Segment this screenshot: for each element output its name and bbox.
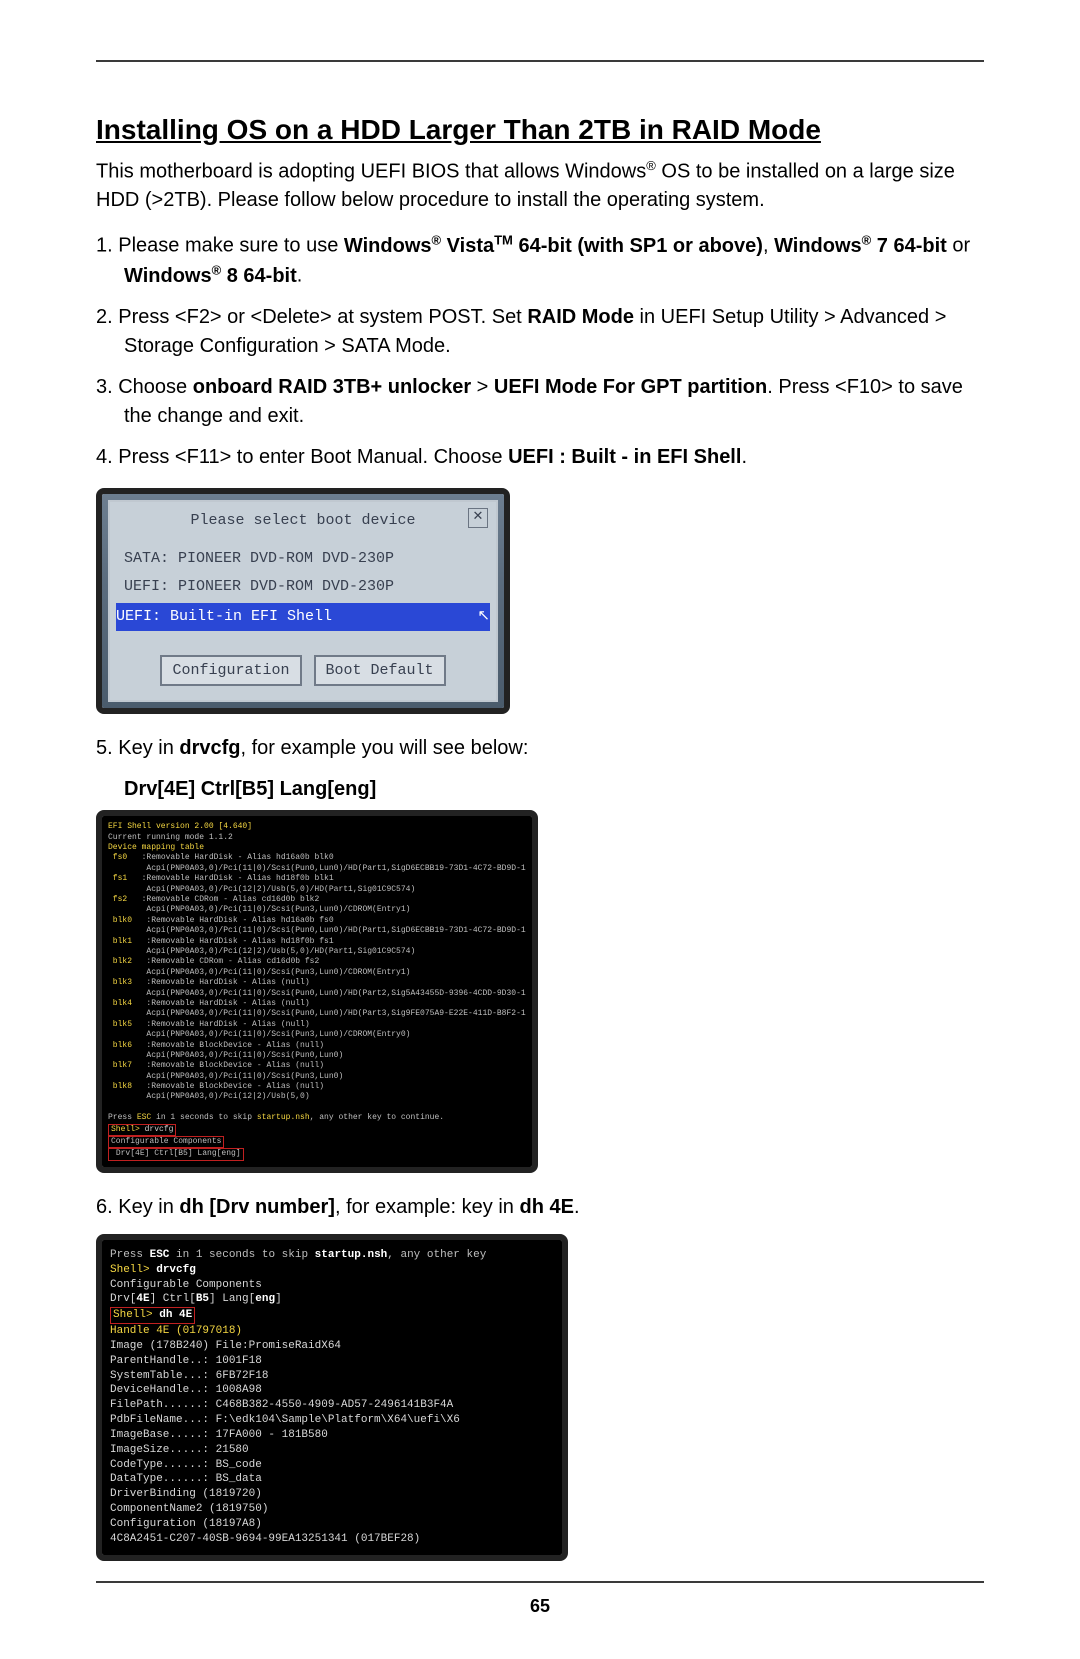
screenshot-boot-device: Please select boot device ✕ SATA: PIONEE…	[96, 488, 510, 715]
boot-option: SATA: PIONEER DVD-ROM DVD-230P	[124, 545, 482, 573]
boot-option: UEFI: PIONEER DVD-ROM DVD-230P	[124, 573, 482, 601]
boot-option-selected: UEFI: Built-in EFI Shell ↖	[116, 603, 490, 631]
intro-paragraph: This motherboard is adopting UEFI BIOS t…	[96, 157, 984, 216]
step-1: 1. Please make sure to use Windows® Vist…	[96, 231, 984, 290]
drvcfg-result: Drv[4E] Ctrl[B5] Lang[eng]	[124, 775, 984, 804]
step-4: 4. Press <F11> to enter Boot Manual. Cho…	[96, 443, 984, 472]
cursor-icon: ↖	[477, 606, 490, 628]
bottom-rule	[96, 1581, 984, 1583]
step-2: 2. Press <F2> or <Delete> at system POST…	[96, 303, 984, 361]
boot-dialog-title: Please select boot device	[190, 510, 415, 532]
top-rule	[96, 60, 984, 62]
step-5: 5. Key in drvcfg, for example you will s…	[96, 734, 984, 763]
page-title: Installing OS on a HDD Larger Than 2TB i…	[96, 110, 984, 151]
page-number: 65	[96, 1593, 984, 1619]
screenshot-efi-shell-mapping: EFI Shell version 2.00 [4.640]Current ru…	[96, 810, 538, 1173]
step-6: 6. Key in dh [Drv number], for example: …	[96, 1193, 984, 1222]
screenshot-dh-output: Press ESC in 1 seconds to skip startup.n…	[96, 1234, 568, 1561]
boot-default-button: Boot Default	[314, 655, 446, 687]
close-icon: ✕	[468, 508, 488, 528]
step-3: 3. Choose onboard RAID 3TB+ unlocker > U…	[96, 373, 984, 431]
configuration-button: Configuration	[160, 655, 301, 687]
